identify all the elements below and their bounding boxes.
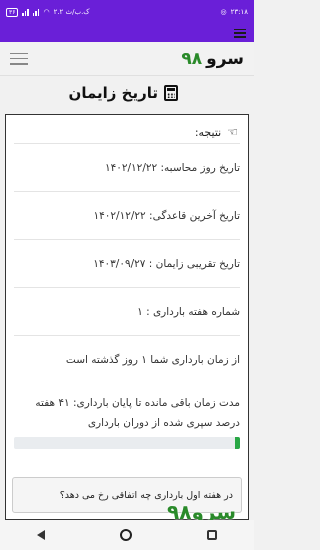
home-icon[interactable] <box>119 529 132 541</box>
result-row-due-date: تاریخ تقریبی زایمان : ۱۴۰۳/۰۹/۲۷ <box>14 239 240 287</box>
network-speed: ۲.۲ ک.ب/ث <box>53 8 90 16</box>
pregnancy-progress-bar <box>14 437 240 449</box>
page-title: تاریخ زایمان <box>69 84 178 102</box>
calculator-icon <box>164 85 178 101</box>
logo-number: ۹۸ <box>181 48 203 69</box>
top-app-bar <box>0 24 254 42</box>
system-nav-bar <box>0 520 254 550</box>
back-icon[interactable] <box>37 530 46 540</box>
status-right: ◎ ۲۳:۱۸ <box>220 8 248 16</box>
signal-icon-2 <box>32 8 40 16</box>
result-row-calc-date: تاریخ روز محاسبه: ۱۴۰۲/۱۲/۲۲ <box>14 143 240 191</box>
wifi-icon: ◠ <box>43 8 50 16</box>
result-row-remaining: مدت زمان باقی مانده تا پایان بارداری: ۴۱… <box>35 397 240 409</box>
result-heading: ☜ نتیجه: <box>6 115 248 139</box>
status-left: ۳۶ ◠ ۲.۲ ک.ب/ث <box>6 7 90 17</box>
site-logo[interactable]: ۹۸ سرو <box>181 49 244 69</box>
result-row-last-period: تاریخ آخرین قاعدگی: ۱۴۰۲/۱۲/۲۲ <box>14 191 240 239</box>
logo-word: سرو <box>206 48 244 69</box>
status-time: ۲۳:۱۸ <box>230 8 248 16</box>
result-heading-text: نتیجه: <box>194 125 222 139</box>
progress-fill <box>235 437 240 449</box>
instagram-icon: ◎ <box>220 8 227 16</box>
app-menu-icon[interactable] <box>234 28 246 38</box>
recent-apps-icon[interactable] <box>206 530 217 540</box>
site-menu-icon[interactable] <box>10 52 28 65</box>
result-row-days-passed: از زمان بارداری شما ۱ روز گذشته است <box>14 335 240 383</box>
battery-indicator: ۳۶ <box>6 7 19 17</box>
progress-label: درصد سپری شده از دوران بارداری <box>87 417 240 429</box>
hand-pointing-icon: ☜ <box>227 125 238 139</box>
result-rows: تاریخ روز محاسبه: ۱۴۰۲/۱۲/۲۲ تاریخ آخرین… <box>6 143 248 409</box>
result-row-week-number: شماره هفته بارداری : ۱ <box>14 287 240 335</box>
site-header: ۹۸ سرو <box>0 42 254 76</box>
result-card: ☜ نتیجه: تاریخ روز محاسبه: ۱۴۰۲/۱۲/۲۲ تا… <box>5 114 249 520</box>
status-bar: ۳۶ ◠ ۲.۲ ک.ب/ث ◎ ۲۳:۱۸ <box>0 0 254 24</box>
signal-icon <box>22 8 29 16</box>
page-title-text: تاریخ زایمان <box>68 84 158 102</box>
